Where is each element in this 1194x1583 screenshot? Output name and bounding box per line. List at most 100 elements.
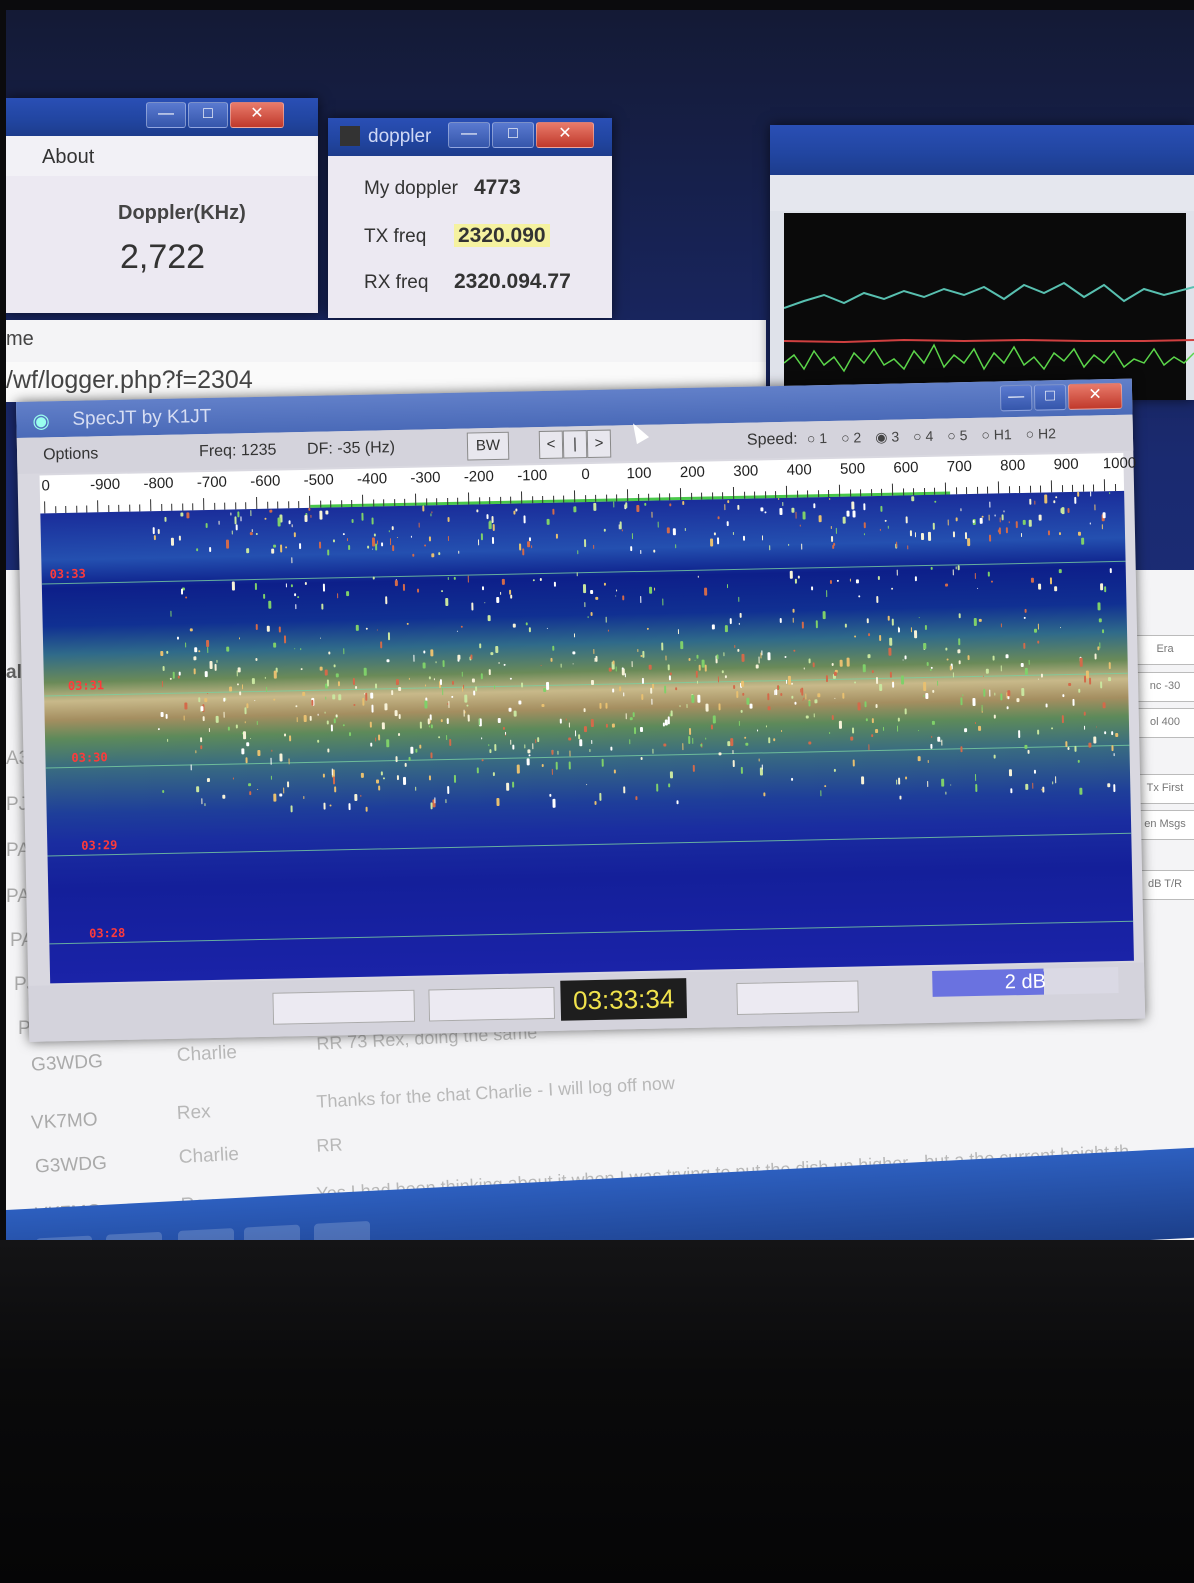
waterfall-speck <box>852 510 856 518</box>
waterfall-speck <box>732 760 735 768</box>
waterfall-speck <box>698 575 700 578</box>
speed-option-h1[interactable]: ○ H1 <box>981 426 1012 443</box>
ruler-minor-tick <box>489 497 491 505</box>
window-title: doppler <box>368 126 432 147</box>
waterfall-speck <box>967 654 970 660</box>
ruler-minor-tick <box>192 503 194 511</box>
waterfall-speck <box>351 519 354 524</box>
waterfall-speck <box>791 508 795 514</box>
menu-about[interactable]: About <box>42 146 94 169</box>
waterfall-speck <box>198 650 201 653</box>
waterfall-speck <box>391 526 394 531</box>
waterfall-speck <box>896 780 898 786</box>
options-menu[interactable]: Options <box>43 445 99 464</box>
speed-option-4[interactable]: ○ 4 <box>913 428 933 444</box>
chat-name: Rex <box>176 1101 212 1125</box>
prev-button[interactable]: < <box>538 430 564 460</box>
waterfall-speck <box>663 743 667 747</box>
tx-first-checkbox[interactable]: Tx First <box>1134 774 1194 804</box>
db-tr-field[interactable]: dB T/R <box>1134 870 1194 900</box>
waterfall-speck <box>264 677 266 680</box>
center-button[interactable]: | <box>562 430 588 459</box>
waterfall-speck <box>879 634 882 641</box>
waterfall-speck <box>577 550 579 555</box>
waterfall-speck <box>892 681 895 688</box>
window-titlebar[interactable]: doppler — □ ✕ <box>328 118 612 156</box>
waterfall-speck <box>390 690 394 696</box>
waterfall-speck <box>692 764 695 772</box>
waterfall-speck <box>909 530 912 537</box>
waterfall-speck <box>231 581 235 591</box>
waterfall-speck <box>366 545 370 549</box>
waterfall-speck <box>270 749 272 752</box>
waterfall-display[interactable]: 03:33 03:31 03:30 03:29 03:28 <box>40 490 1134 984</box>
ruler-tick-label: 0 <box>581 466 590 484</box>
waterfall-speck <box>386 738 390 748</box>
tol-field[interactable]: ol 400 <box>1134 708 1194 738</box>
ruler-tick-label: -900 <box>89 475 121 494</box>
waterfall-speck <box>387 631 390 641</box>
minimize-button[interactable]: — <box>146 102 186 128</box>
close-button[interactable]: ✕ <box>536 122 594 148</box>
bw-button[interactable]: BW <box>466 431 510 461</box>
plot-window <box>770 125 1194 400</box>
doppler-khz-label: Doppler(KHz) <box>118 202 246 224</box>
speed-option-3[interactable]: ◉ 3 <box>875 429 899 446</box>
waterfall-speck <box>926 662 929 667</box>
close-button[interactable]: ✕ <box>230 102 284 128</box>
waterfall-speck <box>574 730 576 737</box>
waterfall-speck <box>945 583 949 587</box>
waterfall-speck <box>215 715 219 723</box>
waterfall-speck <box>428 775 431 781</box>
gen-msgs-button[interactable]: en Msgs <box>1134 810 1194 840</box>
ruler-minor-tick <box>372 499 374 507</box>
waterfall-speck <box>412 553 415 557</box>
waterfall-speck <box>733 684 736 689</box>
waterfall-speck <box>605 723 608 728</box>
minimize-button[interactable]: — <box>999 384 1033 412</box>
waterfall-speck <box>855 579 859 584</box>
erase-button[interactable]: Era <box>1134 635 1194 665</box>
waterfall-speck <box>801 687 804 696</box>
waterfall-speck <box>792 609 795 614</box>
waterfall-speck <box>705 738 707 741</box>
waterfall-speck <box>872 670 875 674</box>
chat-callsign: VK7MO <box>30 1109 99 1134</box>
waterfall-speck <box>195 548 198 552</box>
sync-field[interactable]: nc -30 <box>1134 672 1194 702</box>
waterfall-speck <box>875 676 878 684</box>
window-titlebar[interactable]: — □ ✕ <box>6 98 318 136</box>
waterfall-speck <box>1108 661 1112 669</box>
waterfall-speck <box>495 798 500 807</box>
speed-option-1[interactable]: ○ 1 <box>807 430 827 446</box>
waterfall-speck <box>780 730 782 733</box>
ruler-minor-tick <box>224 502 226 510</box>
waterfall-speck <box>1097 602 1101 611</box>
tx-freq-value[interactable]: 2320.090 <box>454 224 550 248</box>
waterfall-speck <box>1032 783 1034 790</box>
close-button[interactable]: ✕ <box>1067 382 1123 410</box>
speed-option-5[interactable]: ○ 5 <box>947 427 967 443</box>
maximize-button[interactable]: □ <box>188 102 228 128</box>
next-button[interactable]: > <box>586 429 612 459</box>
waterfall-speck <box>199 745 202 750</box>
waterfall-speck <box>738 596 740 602</box>
waterfall-speck <box>1086 670 1090 679</box>
minimize-button[interactable]: — <box>448 122 490 148</box>
ruler-minor-tick <box>595 494 597 502</box>
waterfall-speck <box>868 743 870 750</box>
waterfall-speck <box>701 659 705 668</box>
plot-trace-red <box>783 338 1194 344</box>
browser-tab[interactable]: me <box>6 328 34 351</box>
window-titlebar[interactable] <box>770 125 1194 175</box>
waterfall-speck <box>1010 787 1013 793</box>
speed-option-2[interactable]: ○ 2 <box>841 429 861 445</box>
waterfall-speck <box>1000 623 1002 628</box>
waterfall-speck <box>940 740 942 742</box>
waterfall-speck <box>1040 673 1043 678</box>
waterfall-speck <box>1052 781 1054 785</box>
waterfall-speck <box>317 713 319 716</box>
maximize-button[interactable]: □ <box>492 122 534 148</box>
maximize-button[interactable]: □ <box>1033 384 1067 411</box>
speed-option-h2[interactable]: ○ H2 <box>1026 425 1057 442</box>
